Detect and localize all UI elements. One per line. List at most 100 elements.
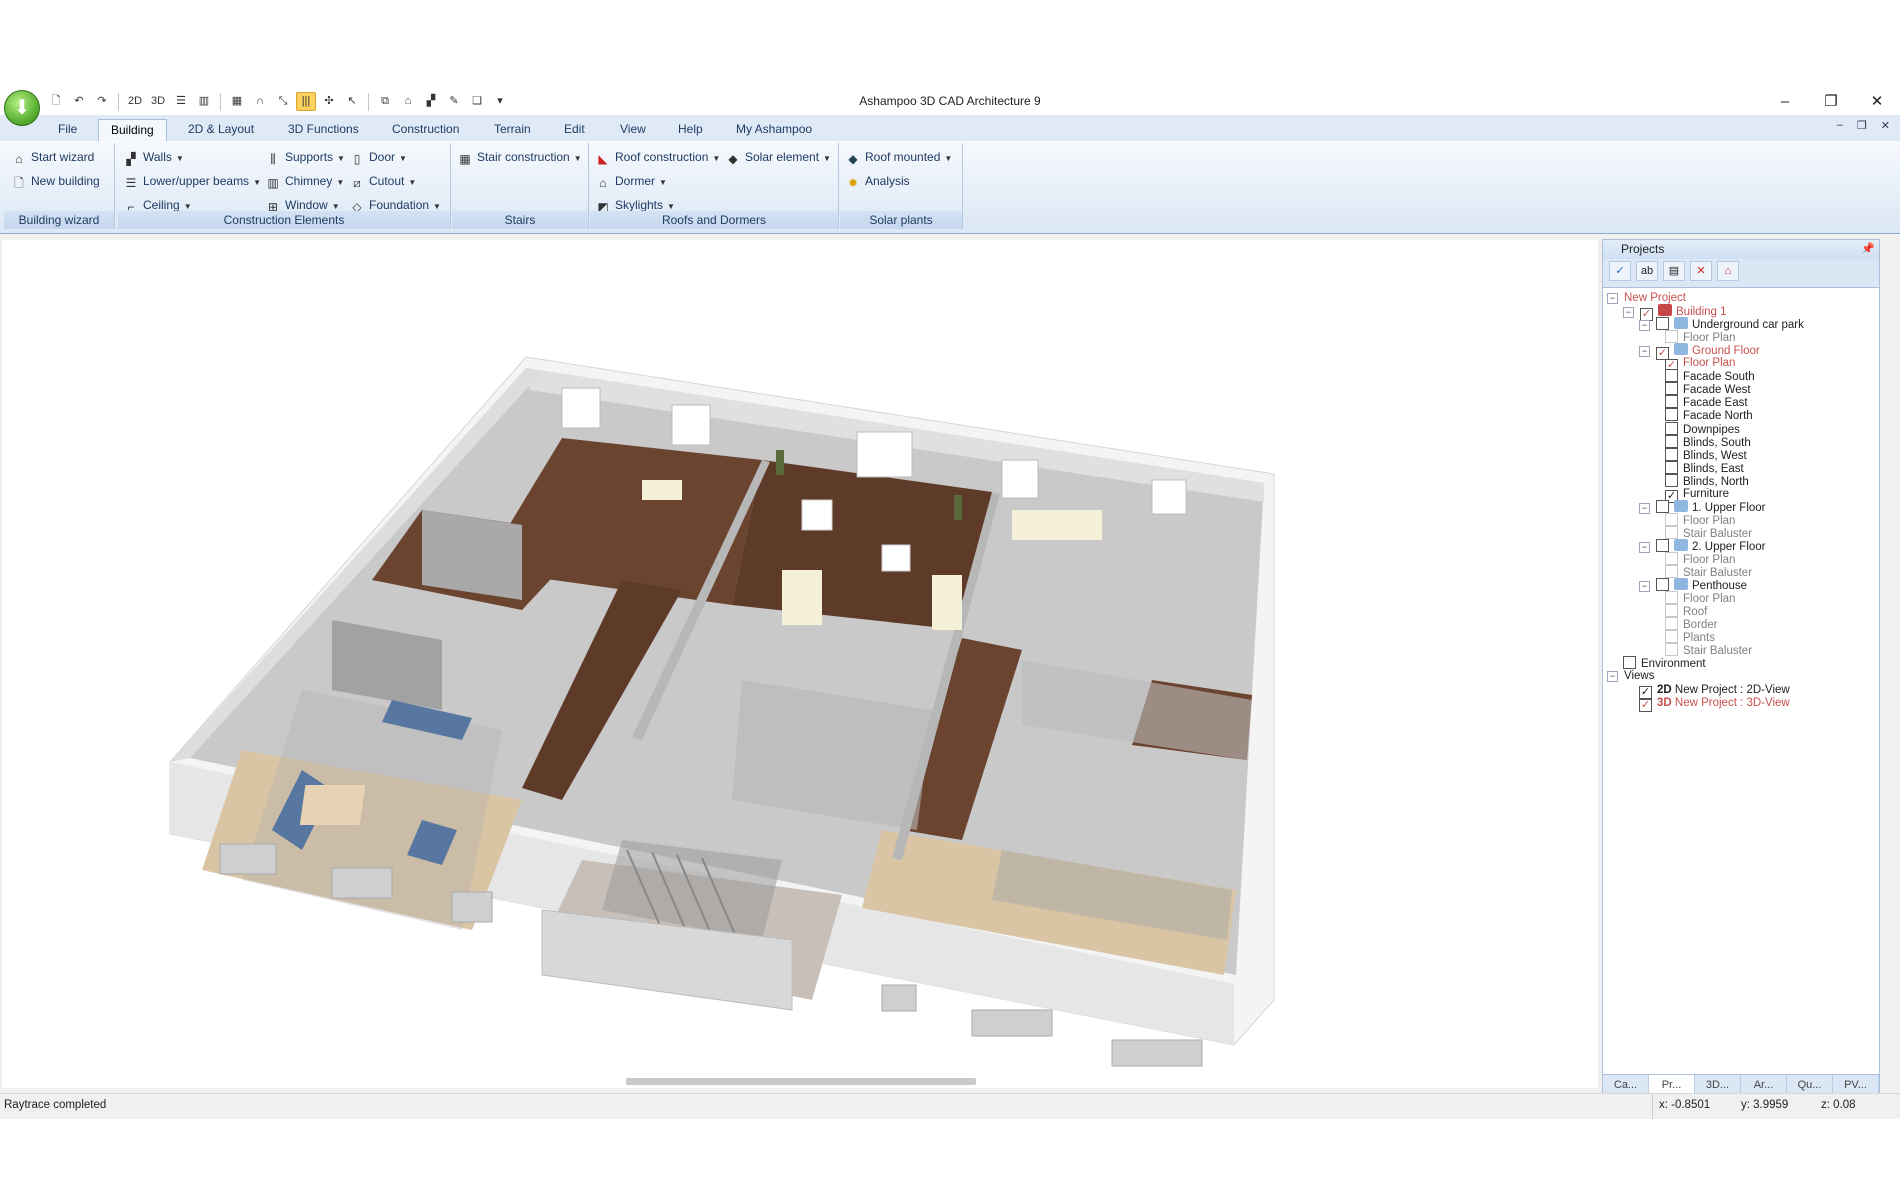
collapse-icon[interactable]: − (1639, 320, 1650, 332)
group-label: Stairs (452, 211, 588, 229)
building-icon (1658, 304, 1672, 317)
analysis-button[interactable]: ✹ Analysis (846, 171, 910, 191)
new-document-icon: 🗋 (14, 176, 24, 190)
dropdown-arrow-icon: ▼ (175, 154, 184, 163)
window-title: Ashampoo 3D CAD Architecture 9 (859, 94, 1041, 108)
visibility-checkbox[interactable] (1665, 434, 1678, 448)
3d-building-render (169, 356, 1275, 1067)
visibility-checkbox[interactable] (1665, 473, 1678, 487)
dormer-button[interactable]: ⌂ Dormer ▼ (596, 171, 667, 191)
collapse-icon[interactable]: − (1623, 307, 1634, 319)
collapse-icon[interactable]: − (1639, 541, 1650, 553)
app-menu-orb-icon[interactable]: ⬇ (4, 90, 40, 126)
collapse-icon[interactable]: − (1639, 502, 1650, 514)
walls-label: Walls (143, 150, 172, 164)
panel-tab[interactable]: PV... (1833, 1075, 1879, 1095)
panel-tab[interactable]: 3D... (1695, 1075, 1741, 1095)
tab-help[interactable]: Help (666, 119, 715, 141)
start-wizard-button[interactable]: ⌂ Start wizard (12, 147, 94, 167)
tab-my-ashampoo[interactable]: My Ashampoo (724, 119, 824, 141)
visibility-checkbox[interactable] (1656, 499, 1669, 513)
visibility-checkbox[interactable] (1665, 408, 1678, 422)
projects-panel: Projects 📌 ✓ ab ▤ ✕ ⌂ − New Project − ✓ Buil… (1602, 239, 1880, 1096)
visibility-checkbox[interactable] (1665, 643, 1678, 657)
visibility-checkbox[interactable] (1656, 578, 1669, 592)
3d-viewport[interactable] (2, 240, 1598, 1088)
visibility-checkbox[interactable] (1665, 395, 1678, 409)
tab-3d-functions[interactable]: 3D Functions (276, 119, 371, 141)
visibility-checkbox[interactable] (1623, 656, 1636, 670)
tree-item[interactable]: ✓ 3D New Project : 3D-View (1639, 696, 1790, 712)
mdi-close-icon[interactable]: ✕ (1881, 119, 1890, 132)
tab-terrain[interactable]: Terrain (482, 119, 543, 141)
dropdown-arrow-icon: ▼ (337, 154, 345, 163)
rename-icon[interactable]: ab (1636, 261, 1658, 281)
floor-icon (1674, 538, 1688, 551)
maximize-button[interactable]: ❐ (1808, 88, 1854, 115)
visibility-checkbox[interactable] (1665, 369, 1678, 383)
visibility-checkbox[interactable] (1665, 382, 1678, 396)
new-building-label: New building (31, 174, 100, 188)
dropdown-arrow-icon: ▼ (944, 154, 953, 163)
stair-construction-button[interactable]: ▦ Stair construction ▼ (458, 147, 581, 167)
visibility-checkbox[interactable] (1656, 538, 1669, 552)
properties-icon[interactable]: ▤ (1663, 261, 1685, 281)
visibility-checkbox[interactable] (1665, 604, 1678, 618)
projects-title: Projects (1621, 242, 1665, 256)
coordinates-box: x: -0.8501 y: 3.9959 z: 0.08 (1652, 1094, 1900, 1119)
panel-tab[interactable]: Ar... (1741, 1075, 1787, 1095)
visibility-checkbox[interactable] (1665, 617, 1678, 631)
mdi-minimize-icon[interactable]: – (1837, 119, 1843, 132)
visibility-checkbox[interactable] (1665, 447, 1678, 461)
tab-view[interactable]: View (608, 119, 658, 141)
visibility-checkbox[interactable] (1665, 591, 1678, 605)
project-tree: − New Project − ✓ Building 1− Underground car… (1603, 288, 1879, 712)
dropdown-arrow-icon: ▼ (408, 178, 417, 187)
visibility-checkbox[interactable] (1665, 552, 1678, 565)
chimney-button[interactable]: ▥ Chimney ▼ (266, 171, 344, 191)
close-button[interactable]: ✕ (1854, 88, 1900, 115)
walls-button[interactable]: ▞ Walls ▼ (124, 147, 184, 167)
supports-button[interactable]: ⫼ Supports ▼ (266, 147, 345, 167)
visibility-checkbox[interactable] (1656, 317, 1669, 331)
visibility-checkbox[interactable] (1665, 330, 1678, 344)
tab-edit[interactable]: Edit (552, 119, 597, 141)
visibility-checkbox[interactable] (1665, 565, 1678, 579)
panel-tab[interactable]: Pr... (1649, 1075, 1695, 1095)
visibility-checkbox[interactable] (1665, 512, 1678, 526)
mdi-restore-icon[interactable]: ❐ (1857, 119, 1867, 132)
tab-building[interactable]: Building (98, 119, 167, 143)
minimize-button[interactable]: – (1762, 88, 1808, 115)
pin-icon[interactable]: 📌 (1861, 240, 1875, 259)
new-building-button[interactable]: 🗋 New building (12, 171, 100, 191)
visibility-checkbox[interactable] (1665, 630, 1678, 644)
add-building-icon[interactable]: ⌂ (1717, 261, 1739, 281)
visibility-checkbox[interactable]: ✓ (1639, 698, 1652, 712)
visibility-checkbox[interactable] (1665, 460, 1678, 474)
collapse-icon[interactable]: − (1607, 293, 1618, 304)
roof-construction-button[interactable]: ◣ Roof construction ▼ (596, 147, 720, 167)
panel-tab[interactable]: Ca... (1603, 1075, 1649, 1095)
tab-2d-layout[interactable]: 2D & Layout (176, 119, 266, 141)
door-button[interactable]: ▯ Door ▼ (350, 147, 407, 167)
solar-element-button[interactable]: ◆ Solar element ▼ (726, 147, 831, 167)
collapse-icon[interactable]: − (1639, 346, 1650, 358)
visibility-checkbox[interactable] (1665, 525, 1678, 539)
mdi-controls: – ❐ ✕ (1837, 119, 1890, 132)
cutout-button[interactable]: ⧄ Cutout ▼ (350, 171, 416, 191)
beams-button[interactable]: ☰ Lower/upper beams ▼ (124, 171, 261, 191)
panel-tab[interactable]: Qu... (1787, 1075, 1833, 1095)
check-icon[interactable]: ✓ (1609, 261, 1631, 281)
tab-construction[interactable]: Construction (380, 119, 471, 141)
roof-mounted-button[interactable]: ◆ Roof mounted ▼ (846, 147, 952, 167)
delete-icon[interactable]: ✕ (1690, 261, 1712, 281)
tab-file[interactable]: File (46, 119, 89, 141)
analysis-label: Analysis (865, 174, 910, 188)
visibility-checkbox[interactable] (1665, 421, 1678, 435)
collapse-icon[interactable]: − (1607, 671, 1618, 683)
skylights-label: Skylights (615, 198, 664, 212)
dropdown-arrow-icon: ▼ (253, 178, 261, 187)
group-construction-elements: ▞ Walls ▼ ☰ Lower/upper beams ▼ ⌐ Ceiling ▼ ⫼ S… (118, 143, 451, 229)
viewport-scrollbar[interactable] (626, 1078, 976, 1085)
collapse-icon[interactable]: − (1639, 581, 1650, 593)
